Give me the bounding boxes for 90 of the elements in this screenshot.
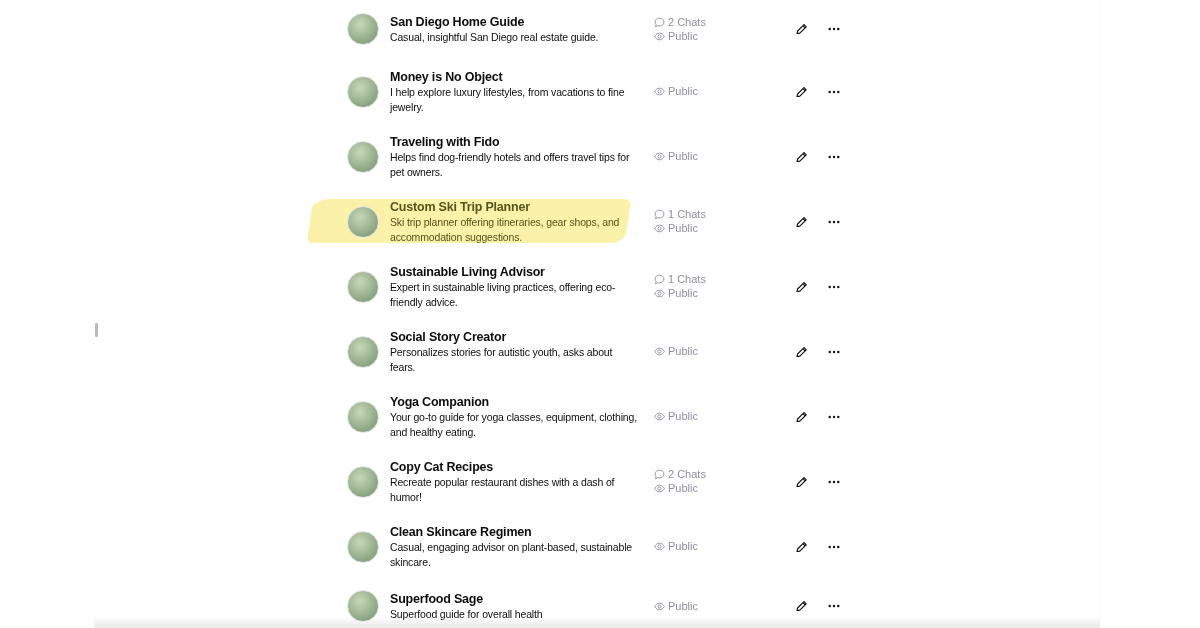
pencil-icon [796, 346, 807, 357]
visibility-label: Public [668, 345, 698, 358]
eye-icon [654, 30, 665, 42]
edit-button[interactable] [794, 22, 809, 36]
pencil-icon [796, 411, 807, 422]
avatar-image-placeholder [347, 75, 379, 108]
pencil-icon [796, 476, 807, 487]
chat-count: 1 Chats [668, 273, 706, 286]
gpt-description: Superfood guide for overall health [390, 606, 544, 622]
more-options-button[interactable] [826, 25, 842, 33]
avatar-image-placeholder [347, 335, 379, 368]
gpt-name[interactable]: Yoga Companion [390, 394, 640, 410]
visibility-label: Public [668, 410, 698, 423]
eye-icon [654, 288, 665, 299]
gpt-name[interactable]: Traveling with Fido [390, 134, 640, 150]
edit-button[interactable] [794, 344, 809, 359]
avatar-image-placeholder [347, 140, 379, 173]
visibility-label: Public [668, 85, 698, 98]
eye-icon [654, 600, 665, 612]
ellipsis-icon [828, 349, 840, 354]
pencil-icon [796, 24, 807, 34]
ellipsis-icon [828, 604, 840, 608]
visibility-label: Public [668, 287, 698, 300]
edit-button[interactable] [794, 214, 809, 229]
ellipsis-icon [828, 284, 840, 289]
edit-button[interactable] [794, 599, 809, 613]
visibility-label: Public [668, 29, 698, 43]
gpt-description: Recreate popular restaurant dishes with a dash of humor! [390, 475, 616, 504]
gpt-description: Casual, insightful San Diego real estate guide. [390, 29, 600, 45]
scroll-handle[interactable] [95, 323, 98, 337]
chat-count: 2 Chats [668, 15, 706, 29]
eye-icon [654, 346, 665, 357]
chat-bubble-icon [654, 209, 665, 220]
gpt-description: Ski trip planner offering itineraries, gear shops, and accommodation suggestions. [390, 215, 621, 244]
visibility-label: Public [668, 150, 698, 163]
ellipsis-icon [828, 544, 840, 549]
pencil-icon [796, 601, 807, 611]
eye-icon [654, 411, 665, 422]
eye-icon [654, 483, 665, 494]
ellipsis-icon [828, 479, 840, 484]
edit-button[interactable] [794, 474, 809, 489]
chat-bubble-icon [654, 274, 665, 285]
gpt-name[interactable]: Sustainable Living Advisor [390, 264, 640, 280]
edit-button[interactable] [794, 539, 809, 554]
chat-bubble-icon [654, 16, 665, 28]
gpt-name[interactable]: San Diego Home Guide [390, 13, 640, 30]
eye-icon [654, 541, 665, 552]
eye-icon [654, 86, 665, 97]
pencil-icon [796, 216, 807, 227]
edit-button[interactable] [794, 409, 809, 424]
visibility-label: Public [668, 222, 698, 235]
gpt-description: Helps find dog-friendly hotels and offers travel tips for pet owners. [390, 150, 631, 179]
avatar-image-placeholder [347, 13, 379, 45]
gpt-description: Your go-to guide for yoga classes, equipment, clothing, and healthy eating. [390, 410, 639, 439]
gpt-description: Casual, engaging advisor on plant-based, sustainable skincare. [390, 540, 634, 569]
pencil-icon [796, 281, 807, 292]
more-options-button[interactable] [826, 602, 842, 610]
edit-button[interactable] [794, 279, 809, 294]
avatar-image-placeholder [347, 590, 379, 622]
avatar-image-placeholder [347, 270, 379, 303]
pencil-icon [796, 541, 807, 552]
ellipsis-icon [828, 154, 840, 159]
edit-button[interactable] [794, 149, 809, 164]
chat-count: 1 Chats [668, 208, 706, 221]
gpt-name[interactable]: Social Story Creator [390, 329, 640, 345]
gpt-description: Expert in sustainable living practices, offering eco-friendly advice. [390, 280, 617, 309]
visibility-label: Public [668, 599, 698, 613]
ellipsis-icon [828, 414, 840, 419]
gpt-description: I help explore luxury lifestyles, from vacations to fine jewelry. [390, 85, 626, 114]
eye-icon [654, 223, 665, 234]
avatar-image-placeholder [347, 400, 379, 433]
gpt-name[interactable]: Superfood Sage [390, 590, 640, 607]
gpt-name[interactable]: Copy Cat Recipes [390, 459, 640, 475]
ellipsis-icon [828, 219, 840, 224]
pencil-icon [796, 151, 807, 162]
gpt-name[interactable]: Custom Ski Trip Planner [390, 199, 640, 215]
ellipsis-icon [828, 89, 840, 94]
visibility-label: Public [668, 482, 698, 495]
avatar-image-placeholder [347, 465, 379, 498]
chat-bubble-icon [654, 469, 665, 480]
gpt-name[interactable]: Money is No Object [390, 69, 640, 85]
avatar-image-placeholder [347, 530, 379, 563]
gpt-description: Personalizes stories for autistic youth, asks about fears. [390, 345, 614, 374]
ellipsis-icon [828, 27, 840, 31]
eye-icon [654, 151, 665, 162]
edit-button[interactable] [794, 84, 809, 99]
gpt-name[interactable]: Clean Skincare Regimen [390, 524, 640, 540]
visibility-label: Public [668, 540, 698, 553]
pencil-icon [796, 86, 807, 97]
chat-count: 2 Chats [668, 468, 706, 481]
